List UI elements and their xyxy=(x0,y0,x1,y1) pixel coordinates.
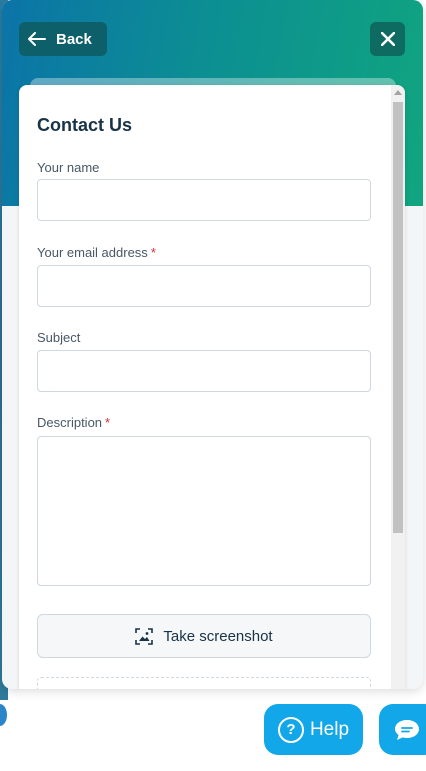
email-field[interactable] xyxy=(37,265,371,307)
contact-form: Contact Us Your name Your email address *… xyxy=(19,85,405,689)
subject-label-text: Subject xyxy=(37,330,81,345)
scroll-up-arrow-icon[interactable] xyxy=(394,90,402,95)
description-field[interactable] xyxy=(37,436,371,586)
background-page-badge xyxy=(0,704,7,726)
close-button[interactable] xyxy=(370,22,405,56)
form-scrollbar[interactable] xyxy=(391,85,405,689)
required-marker: * xyxy=(150,245,156,260)
subject-label: Subject xyxy=(37,330,80,345)
scroll-thumb[interactable] xyxy=(393,102,403,533)
take-screenshot-label: Take screenshot xyxy=(163,627,273,645)
screenshot-icon xyxy=(135,627,154,645)
attachment-dropzone[interactable] xyxy=(37,677,371,689)
name-label: Your name xyxy=(37,160,99,175)
arrow-left-icon xyxy=(28,32,46,46)
description-label: Description * xyxy=(37,415,110,430)
form-title: Contact Us xyxy=(37,115,133,135)
name-field[interactable] xyxy=(37,179,371,221)
help-label: Help xyxy=(309,718,350,740)
take-screenshot-button[interactable]: Take screenshot xyxy=(37,614,371,658)
help-widget: Back Contact Us Your name Your email add… xyxy=(2,0,423,689)
help-launcher-button[interactable]: ? Help xyxy=(264,704,363,755)
email-label: Your email address * xyxy=(37,245,156,260)
back-label: Back xyxy=(56,30,92,48)
required-marker: * xyxy=(105,415,111,430)
name-label-text: Your name xyxy=(37,160,100,175)
description-label-text: Description xyxy=(37,415,103,430)
chat-bubble-icon xyxy=(395,719,419,740)
close-icon xyxy=(380,32,395,46)
back-button[interactable]: Back xyxy=(19,22,107,56)
email-label-text: Your email address xyxy=(37,245,148,260)
chat-launcher-button[interactable] xyxy=(379,704,426,755)
question-icon: ? xyxy=(277,716,304,743)
subject-field[interactable] xyxy=(37,350,371,392)
